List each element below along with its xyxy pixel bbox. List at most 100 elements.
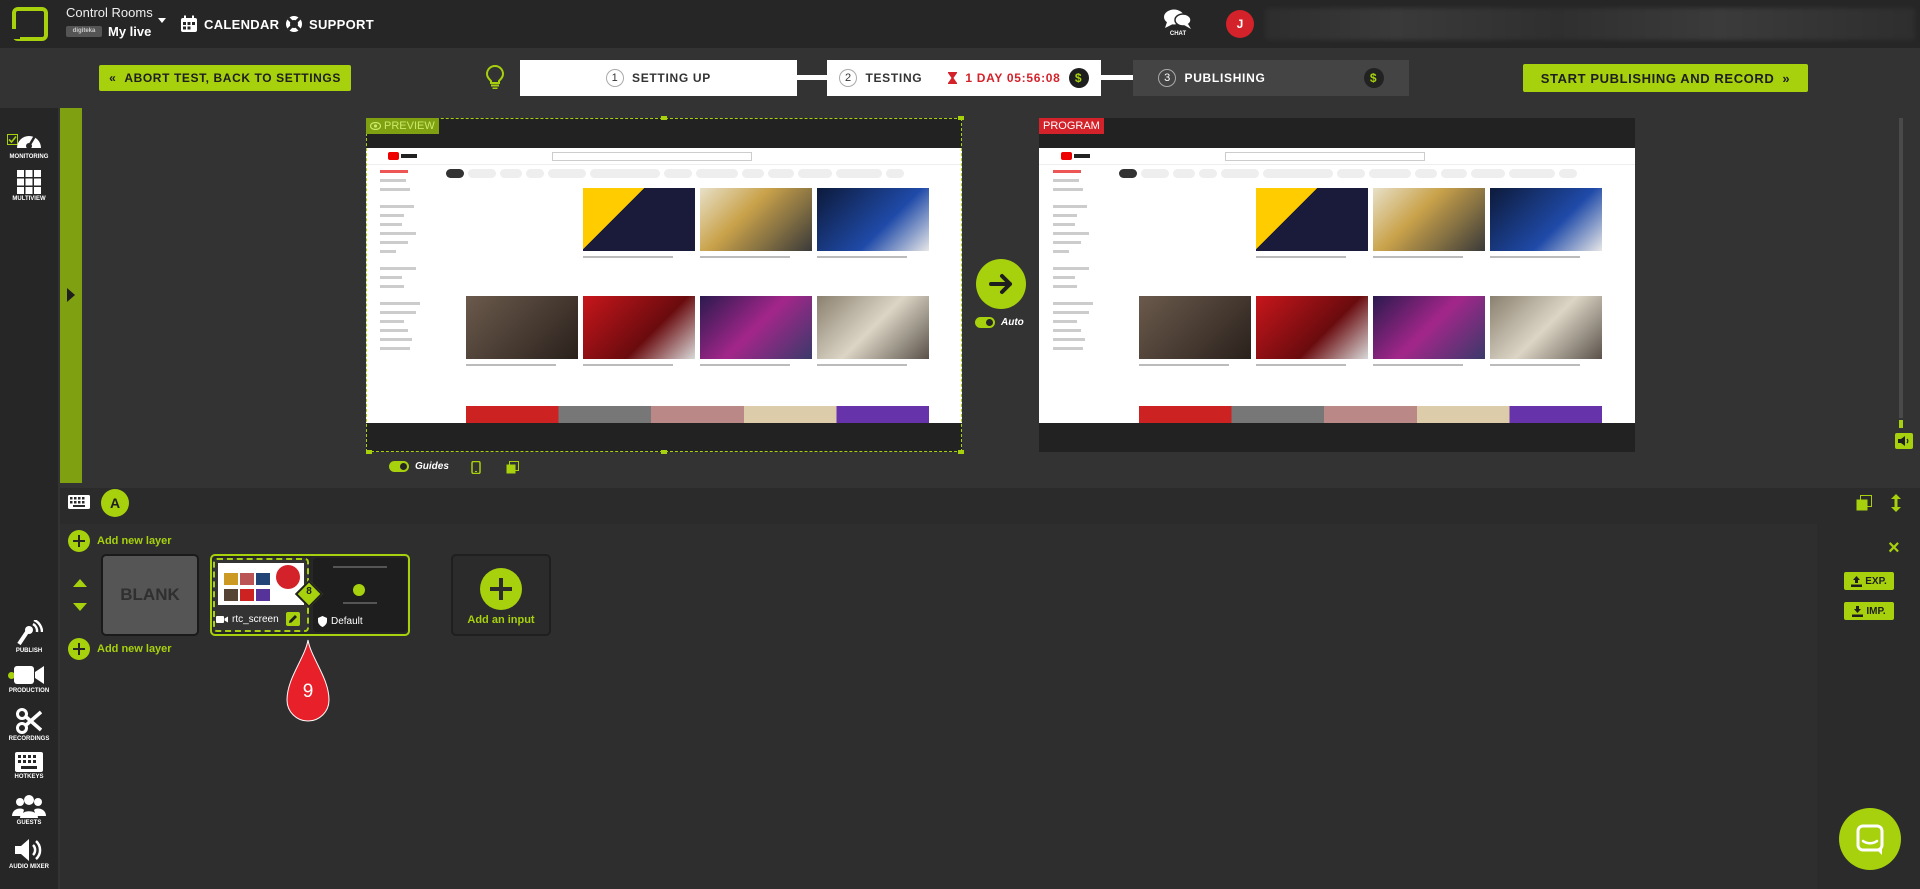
rail-label: RECORDINGS (8, 736, 50, 742)
rail-monitoring[interactable]: MONITORING (0, 128, 58, 160)
lifebuoy-icon (286, 16, 302, 32)
toggle-switch (389, 461, 409, 472)
plus-icon (68, 530, 90, 552)
export-label: EXP. (1865, 575, 1887, 587)
add-layer-bottom[interactable]: Add new layer (68, 638, 172, 660)
nav-calendar-label: CALENDAR (204, 16, 280, 32)
rail-publish[interactable]: PUBLISH (0, 620, 58, 654)
program-label: PROGRAM (1039, 118, 1104, 134)
preview-selection-frame (366, 118, 962, 452)
step-setting-up[interactable]: 1 SETTING UP (520, 60, 797, 96)
upload-icon (1851, 575, 1863, 587)
keyboard-icon (15, 752, 43, 772)
pencil-icon (289, 615, 297, 623)
speaker-icon (15, 839, 42, 861)
guides-label: Guides (415, 461, 449, 472)
layer-index-number: 8 (306, 586, 312, 597)
add-layer-top[interactable]: Add new layer (68, 530, 172, 552)
step-publishing[interactable]: 3 PUBLISHING $ (1133, 60, 1409, 96)
start-publishing-button[interactable]: START PUBLISHING AND RECORD » (1523, 64, 1808, 92)
preview-label: PREVIEW (366, 118, 439, 134)
export-button[interactable]: EXP. (1844, 572, 1894, 590)
add-layer-label: Add new layer (97, 643, 172, 655)
rail-label: PRODUCTION (8, 688, 50, 694)
copy-icon[interactable] (506, 461, 519, 474)
scene-selector[interactable]: A (101, 489, 129, 517)
live-selector[interactable]: digiteka My live (66, 24, 151, 39)
plus-icon (68, 638, 90, 660)
calendar-icon (181, 15, 197, 32)
add-layer-label: Add new layer (97, 535, 172, 547)
move-up-icon[interactable] (73, 579, 87, 587)
app-logo[interactable] (9, 7, 48, 41)
resize-handle[interactable] (661, 450, 667, 454)
audio-level-meter (1899, 118, 1903, 418)
close-icon[interactable]: × (1888, 537, 1900, 560)
chat-label: CHAT (1169, 31, 1187, 37)
rail-hotkeys[interactable]: HOTKEYS (0, 752, 58, 780)
chevron-down-icon[interactable] (158, 18, 166, 23)
step-marker-number: 9 (302, 681, 314, 702)
resize-handle[interactable] (958, 450, 964, 454)
dollar-icon: $ (1363, 68, 1384, 88)
blurred-header-area (1265, 8, 1915, 40)
rail-label: GUESTS (16, 820, 42, 826)
step-connector (797, 75, 827, 80)
step-label: PUBLISHING (1184, 71, 1266, 85)
rail-label: MULTIVIEW (12, 196, 46, 202)
rail-audio-mixer[interactable]: AUDIO MIXER (0, 838, 58, 870)
chevron-right-icon (67, 288, 75, 302)
vertical-resize-icon[interactable] (1890, 494, 1902, 512)
eye-icon (370, 122, 381, 130)
chat-button[interactable]: CHAT (1163, 8, 1193, 37)
rail-label: HOTKEYS (14, 774, 44, 780)
step-testing[interactable]: 2 TESTING 1 DAY 05:56:08 $ (827, 60, 1101, 96)
step-connector (1101, 75, 1133, 80)
camera-icon (216, 616, 228, 623)
add-input-label: Add an input (467, 614, 535, 626)
nav-support[interactable]: SUPPORT (285, 15, 374, 33)
resize-handle[interactable] (958, 116, 964, 120)
edit-source-button[interactable] (286, 612, 300, 626)
chat-bubble-icon (1856, 824, 1884, 855)
preview-label-text: PREVIEW (384, 120, 435, 132)
rail-recordings[interactable]: RECORDINGS (0, 708, 58, 742)
double-chevron-left-icon: « (109, 71, 117, 85)
copy-icon[interactable] (1856, 495, 1872, 511)
volume-button[interactable] (1895, 433, 1913, 449)
guides-toggle[interactable]: Guides (389, 461, 449, 472)
mobile-icon[interactable] (471, 461, 481, 474)
resize-handle[interactable] (366, 450, 372, 454)
rail-multiview[interactable]: MULTIVIEW (0, 170, 58, 202)
add-input-button[interactable]: Add an input (451, 554, 551, 636)
rail-production[interactable]: PRODUCTION (0, 664, 58, 694)
toggle-switch (975, 317, 995, 328)
auto-toggle[interactable]: Auto (975, 317, 1024, 328)
abort-test-button[interactable]: « ABORT TEST, BACK TO SETTINGS (99, 65, 351, 91)
shield-icon (318, 616, 327, 627)
source-thumbnail (218, 563, 304, 605)
auto-label: Auto (1001, 317, 1024, 328)
grid-icon (17, 170, 41, 194)
broadcast-icon (17, 620, 43, 646)
blank-layer-card[interactable]: BLANK (101, 554, 199, 636)
start-publishing-label: START PUBLISHING AND RECORD (1540, 70, 1775, 86)
user-avatar[interactable]: J (1226, 10, 1254, 38)
layout-name: Default (318, 616, 363, 627)
help-chat-button[interactable] (1839, 808, 1901, 870)
rail-guests[interactable]: GUESTS (0, 794, 58, 826)
step-number: 2 (839, 69, 858, 87)
step-label: TESTING (865, 71, 923, 85)
move-down-icon[interactable] (73, 603, 87, 611)
panel-collapse-toggle[interactable] (60, 108, 82, 483)
lightbulb-icon[interactable] (486, 65, 504, 89)
import-button[interactable]: IMP. (1844, 602, 1894, 620)
keyboard-icon[interactable] (68, 495, 90, 509)
users-icon (12, 795, 46, 818)
control-rooms-title[interactable]: Control Rooms (66, 5, 153, 20)
take-transition-button[interactable] (976, 259, 1026, 309)
gauge-icon (17, 135, 41, 149)
resize-handle[interactable] (661, 116, 667, 120)
hourglass-icon (948, 72, 958, 84)
nav-calendar[interactable]: CALENDAR (180, 15, 279, 33)
